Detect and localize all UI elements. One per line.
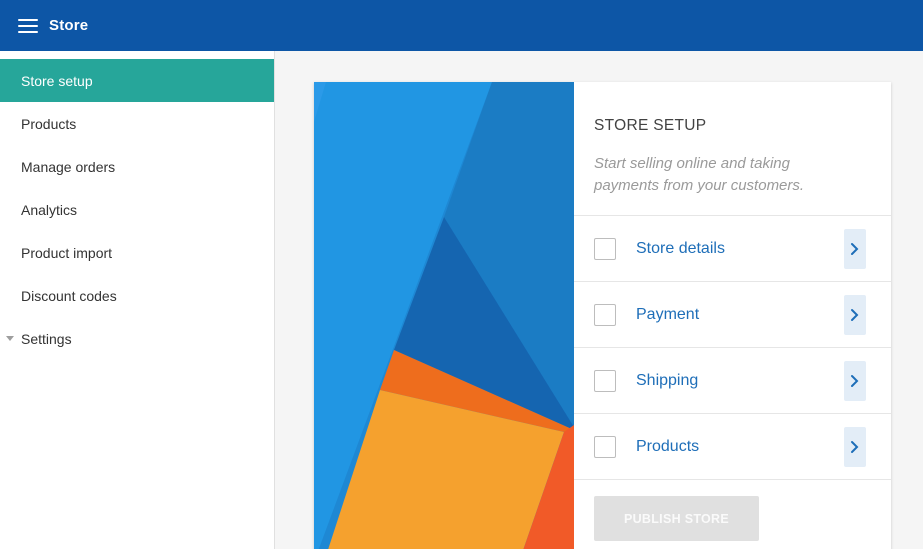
step-shipping[interactable]: Shipping bbox=[574, 348, 891, 414]
sidebar-item-discount-codes[interactable]: Discount codes bbox=[0, 274, 274, 317]
sidebar-item-label: Discount codes bbox=[21, 287, 117, 304]
sidebar: Store setup Products Manage orders Analy… bbox=[0, 51, 275, 549]
step-payment[interactable]: Payment bbox=[574, 282, 891, 348]
chevron-right-icon[interactable] bbox=[844, 360, 866, 401]
setup-panel: STORE SETUP Start selling online and tak… bbox=[574, 82, 891, 549]
sidebar-item-store-setup[interactable]: Store setup bbox=[0, 59, 274, 102]
sidebar-item-settings[interactable]: Settings bbox=[0, 317, 274, 360]
sidebar-item-analytics[interactable]: Analytics bbox=[0, 188, 274, 231]
step-checkbox[interactable] bbox=[594, 435, 616, 458]
step-label[interactable]: Shipping bbox=[636, 372, 844, 390]
menu-icon[interactable] bbox=[18, 18, 38, 33]
app-title: Store bbox=[49, 17, 89, 34]
publish-area: PUBLISH STORE bbox=[574, 480, 891, 549]
step-products[interactable]: Products bbox=[574, 414, 891, 480]
sidebar-item-label: Manage orders bbox=[21, 158, 116, 175]
sidebar-item-label: Product import bbox=[21, 244, 113, 261]
sidebar-item-label: Store setup bbox=[21, 72, 93, 89]
step-store-details[interactable]: Store details bbox=[574, 216, 891, 282]
setup-title: STORE SETUP bbox=[594, 117, 707, 134]
sidebar-item-label: Products bbox=[21, 115, 77, 132]
step-label[interactable]: Payment bbox=[636, 306, 844, 324]
step-label[interactable]: Store details bbox=[636, 240, 844, 258]
step-checkbox[interactable] bbox=[594, 303, 616, 326]
step-label[interactable]: Products bbox=[636, 438, 844, 456]
sidebar-item-label: Settings bbox=[21, 330, 72, 347]
step-checkbox[interactable] bbox=[594, 237, 616, 260]
sidebar-item-label: Analytics bbox=[21, 201, 78, 218]
publish-store-button[interactable]: PUBLISH STORE bbox=[594, 496, 759, 541]
chevron-right-icon[interactable] bbox=[844, 228, 866, 269]
step-checkbox[interactable] bbox=[594, 369, 616, 392]
hero-illustration bbox=[314, 82, 574, 549]
chevron-right-icon[interactable] bbox=[844, 426, 866, 467]
sidebar-item-product-import[interactable]: Product import bbox=[0, 231, 274, 274]
top-app-bar: Store bbox=[0, 0, 923, 51]
caret-down-icon bbox=[6, 336, 14, 341]
store-setup-card: STORE SETUP Start selling online and tak… bbox=[314, 82, 891, 549]
chevron-right-icon[interactable] bbox=[844, 294, 866, 335]
setup-header: STORE SETUP Start selling online and tak… bbox=[574, 82, 891, 216]
sidebar-item-products[interactable]: Products bbox=[0, 102, 274, 145]
sidebar-item-manage-orders[interactable]: Manage orders bbox=[0, 145, 274, 188]
setup-subtitle: Start selling online and taking payments… bbox=[594, 155, 805, 194]
